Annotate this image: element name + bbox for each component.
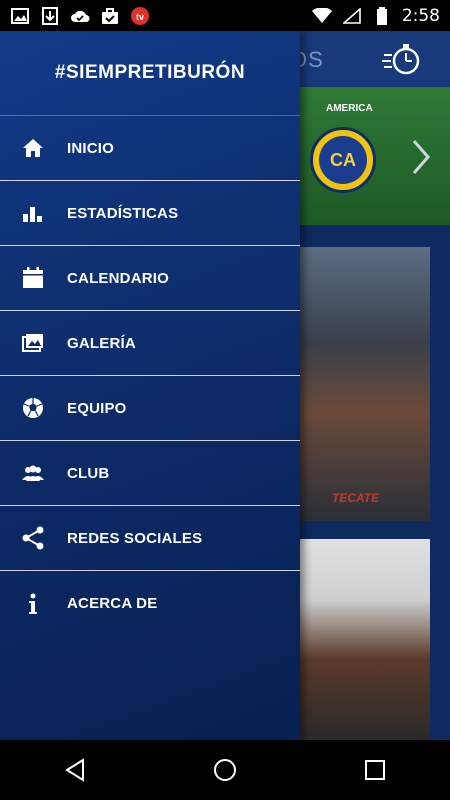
menu-item-label: CLUB [67,464,110,482]
home-icon [21,136,45,160]
back-icon[interactable] [55,750,95,790]
menu-item-label: CALENDARIO [67,269,169,287]
battery-icon [372,6,392,25]
news-card-image[interactable] [300,247,430,521]
briefcase-check-icon [100,7,120,25]
calendar-icon [21,266,45,290]
menu-item-redes-sociales[interactable]: REDES SOCIALES [0,506,300,571]
share-icon [21,526,45,550]
drawer-title: #SIEMPRETIBURÓN [54,62,246,83]
drawer-menu: INICIO ESTADÍSTICAS CALENDARIO GALERÍA E… [0,116,300,636]
menu-item-club[interactable]: CLUB [0,441,300,506]
menu-item-label: ESTADÍSTICAS [67,204,179,222]
navigation-bar [0,740,450,800]
menu-item-inicio[interactable]: INICIO [0,116,300,181]
group-icon [21,461,45,485]
card-sponsor-logo: TECATE [332,491,380,505]
menu-item-label: ACERCA DE [67,595,158,612]
stats-icon [21,201,45,225]
status-time: 2:58 [401,5,440,26]
team-name: AMERICA [326,103,373,114]
stopwatch-icon[interactable] [382,41,424,77]
soccer-ball-icon [21,396,45,420]
menu-item-label: INICIO [67,139,115,157]
news-card-image[interactable] [300,539,430,739]
menu-item-estadisticas[interactable]: ESTADÍSTICAS [0,181,300,246]
download-icon [40,6,60,25]
menu-item-acerca-de[interactable]: ACERCA DE [0,571,300,636]
cloud-check-icon [70,7,90,25]
menu-item-label: REDES SOCIALES [67,529,203,547]
navigation-drawer: #SIEMPRETIBURÓN INICIO ESTADÍSTICAS CALE… [0,31,300,740]
menu-item-label: EQUIPO [67,399,127,417]
svg-text:tv: tv [136,12,144,22]
drawer-header: #SIEMPRETIBURÓN [0,31,300,116]
menu-item-equipo[interactable]: EQUIPO [0,376,300,441]
status-bar: tv 2:58 [0,0,450,31]
recents-icon[interactable] [355,750,395,790]
chevron-right-icon[interactable] [410,139,432,175]
wifi-icon [311,7,332,25]
team-crest-logo: CA [310,127,376,193]
menu-item-galeria[interactable]: GALERÍA [0,311,300,376]
gallery-icon [21,331,45,355]
info-icon [21,592,45,616]
menu-item-label: GALERÍA [67,334,136,352]
team-crest-text: CA [319,136,367,184]
signal-icon [342,7,362,25]
tv-app-icon: tv [130,6,150,25]
menu-item-calendario[interactable]: CALENDARIO [0,246,300,311]
image-icon [10,7,30,25]
home-circle-icon[interactable] [205,750,245,790]
